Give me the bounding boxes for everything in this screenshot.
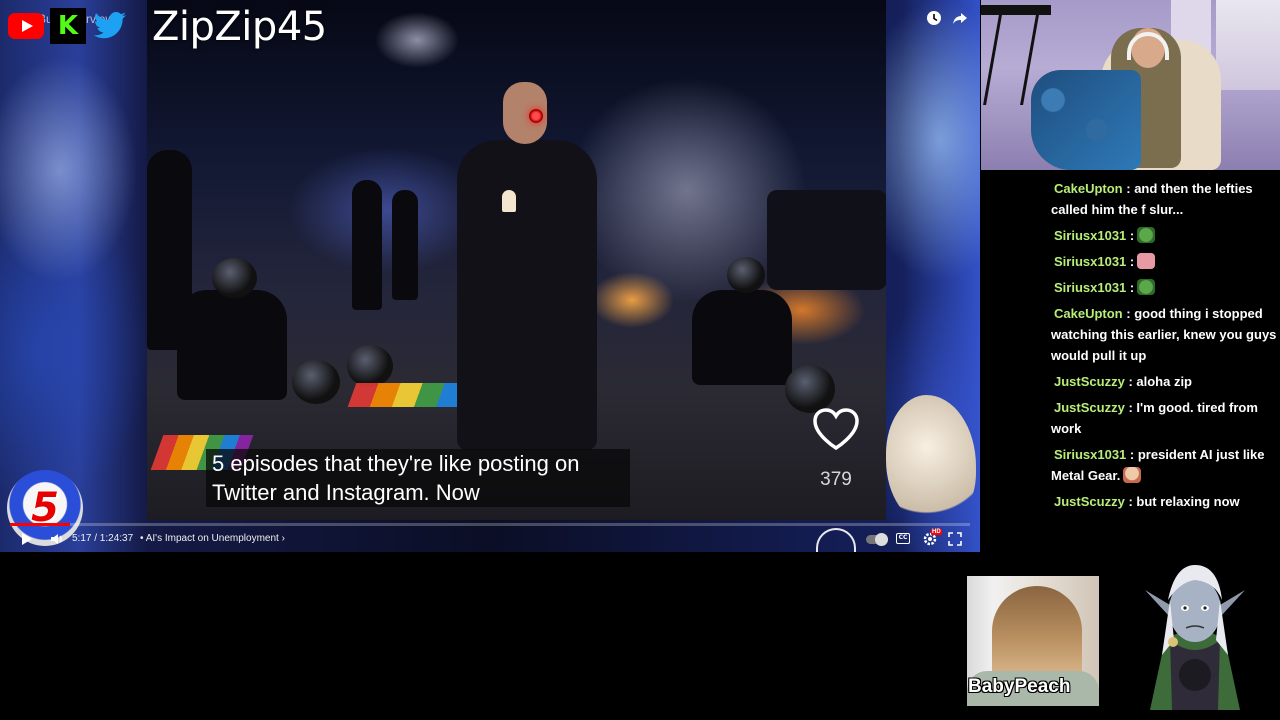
chat-username[interactable]: JustScuzzy [1054, 494, 1125, 509]
autoplay-toggle[interactable] [866, 533, 888, 546]
kick-icon: K [50, 8, 86, 44]
helmet [212, 258, 257, 298]
cc-icon[interactable]: CC [896, 533, 910, 544]
cyborg-eye [529, 109, 543, 123]
chat-text: : but relaxing now [1128, 494, 1240, 509]
helmet [292, 360, 340, 404]
twitter-icon [92, 11, 128, 41]
heart-icon[interactable] [812, 407, 860, 451]
time-display: 5:17 / 1:24:37 [72, 533, 134, 544]
video-player[interactable]: Pete Bu... Interview K ZipZip45 5 episod… [0, 0, 980, 552]
chat-text: : [1129, 228, 1135, 243]
chat-panel: CakeUpton : and then the lefties called … [1045, 178, 1280, 517]
subtitle-line: 5 episodes that they're like posting on [212, 451, 580, 476]
helmet [347, 345, 393, 387]
social-icons: K [8, 8, 128, 44]
webcam-stand [983, 15, 1039, 105]
volume-icon[interactable] [50, 532, 64, 546]
chat-text: : aloha zip [1128, 374, 1192, 389]
chat-message: CakeUpton : good thing i stopped watchin… [1045, 303, 1280, 366]
helmet [785, 365, 835, 413]
chat-text: : [1129, 254, 1135, 269]
chat-username[interactable]: Siriusx1031 [1054, 228, 1126, 243]
chat-username[interactable]: JustScuzzy [1054, 400, 1125, 415]
share-icon[interactable] [952, 10, 968, 26]
officer-figure [392, 190, 418, 300]
chat-message: JustScuzzy : I'm good. tired from work [1045, 397, 1280, 439]
chat-emote-icon [1123, 467, 1142, 483]
chat-message: CakeUpton : and then the lefties called … [1045, 178, 1280, 220]
chat-username[interactable]: Siriusx1031 [1054, 447, 1126, 462]
video-subtitle: 5 episodes that they're like posting on … [206, 449, 630, 507]
youtube-icon [8, 13, 44, 39]
chat-message: Siriusx1031 : [1045, 225, 1280, 246]
chat-message: Siriusx1031 : president AI just like Met… [1045, 444, 1280, 486]
play-icon[interactable] [22, 533, 32, 545]
chat-username[interactable]: Siriusx1031 [1054, 280, 1126, 295]
top-right-controls [926, 10, 968, 26]
chat-emote-icon [1137, 279, 1156, 295]
player-controls: 5:17 / 1:24:37 • AI's Impact on Unemploy… [0, 528, 980, 550]
hd-badge: HD [931, 529, 942, 535]
man-in-suit [457, 140, 597, 450]
chat-username[interactable]: CakeUpton [1054, 181, 1123, 196]
streamer-webcam [981, 0, 1280, 170]
ice-cream-cone [502, 190, 516, 212]
helmet [727, 257, 765, 293]
chat-message: JustScuzzy : aloha zip [1045, 371, 1280, 392]
channel-name: ZipZip45 [152, 4, 327, 50]
progress-bar[interactable] [10, 523, 970, 526]
webcam-shelf [1216, 0, 1280, 90]
chat-emote-icon [1137, 253, 1156, 269]
elf-avatar [1145, 565, 1245, 710]
fullscreen-icon[interactable] [948, 532, 962, 546]
officer-figure [352, 180, 382, 310]
chapter-title[interactable]: • AI's Impact on Unemployment › [140, 533, 285, 544]
guest-name-label: BabyPeach [968, 676, 1071, 697]
chat-emote-icon [1137, 227, 1156, 243]
clock-icon[interactable] [926, 10, 942, 26]
video-frame [147, 0, 886, 520]
like-count: 379 [820, 469, 852, 490]
chat-text: : [1129, 280, 1135, 295]
seated-officer [692, 290, 792, 385]
chat-message: Siriusx1031 : [1045, 277, 1280, 298]
officer-group [767, 190, 886, 290]
chat-message: JustScuzzy : but relaxing now [1045, 491, 1280, 512]
seated-officer [177, 290, 287, 400]
chat-username[interactable]: JustScuzzy [1054, 374, 1125, 389]
chat-message: Siriusx1031 : [1045, 251, 1280, 272]
streamer-pants [1031, 70, 1141, 170]
webcam-keyboard [981, 5, 1051, 15]
progress-played [10, 523, 70, 526]
subtitle-line: Twitter and Instagram. Now [212, 480, 480, 505]
chat-username[interactable]: CakeUpton [1054, 306, 1123, 321]
chat-username[interactable]: Siriusx1031 [1054, 254, 1126, 269]
